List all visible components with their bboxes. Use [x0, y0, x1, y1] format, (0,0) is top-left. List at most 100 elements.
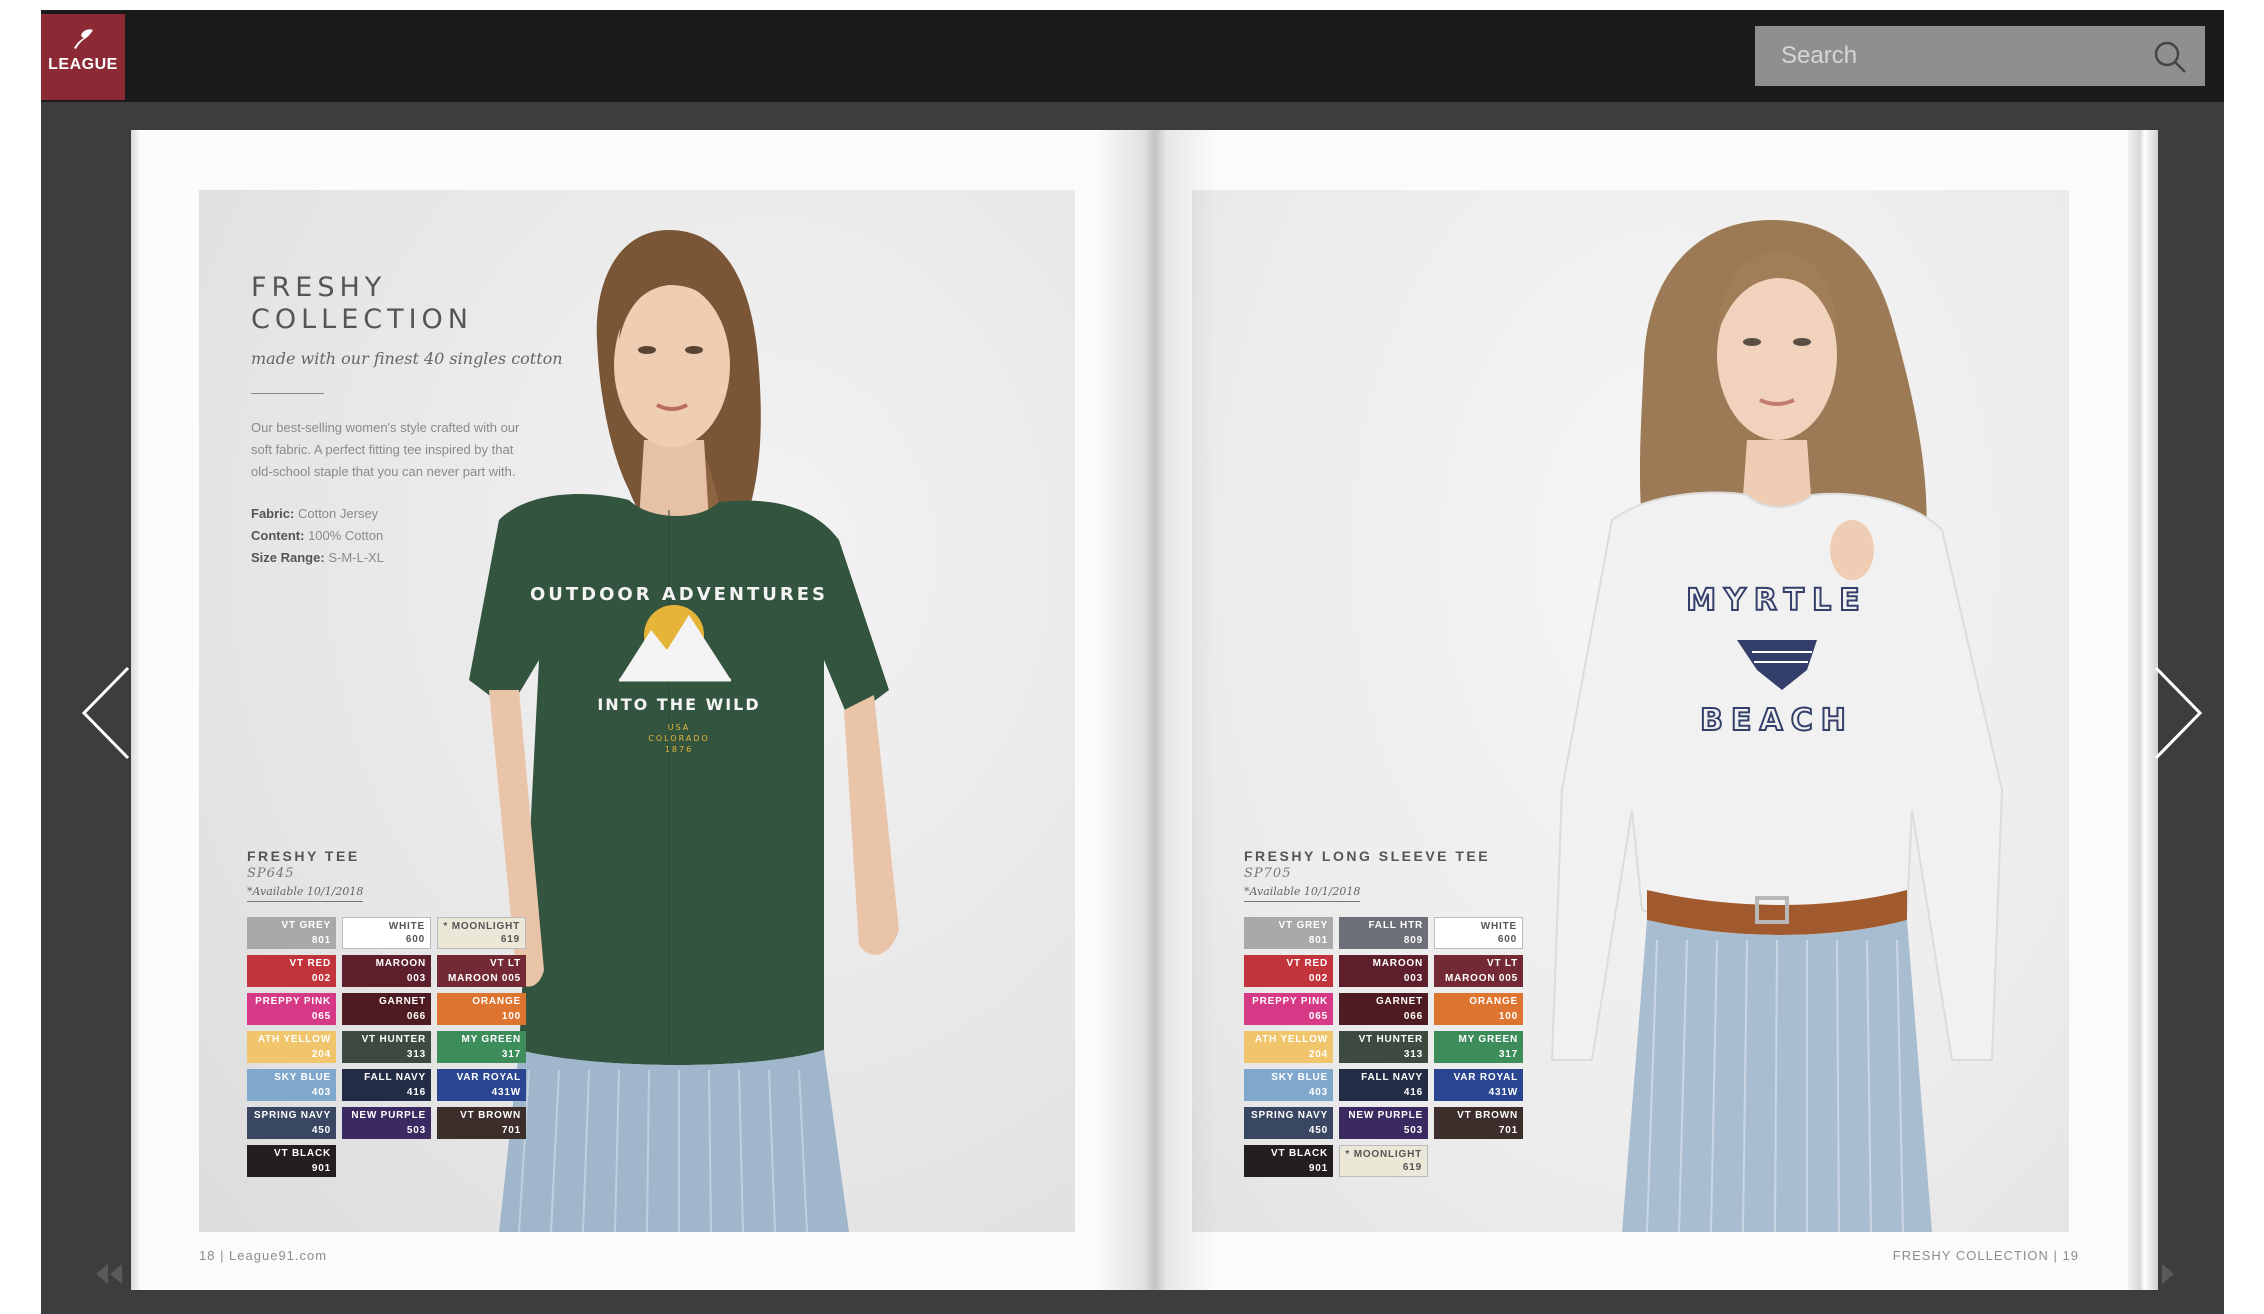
color-swatch: FALL NAVY 416 — [1339, 1069, 1428, 1101]
swatch-name: ATH YELLOW — [257, 1034, 331, 1045]
swatch-code: MAROON 005 — [1444, 973, 1518, 984]
swatch-name: FALL NAVY — [364, 1072, 426, 1083]
color-swatch: WHITE 600 — [342, 917, 431, 949]
collection-title-line2: COLLECTION — [251, 304, 474, 335]
spec-fabric: Fabric: Cotton Jersey — [251, 506, 379, 521]
swatch-name: * MOONLIGHT — [1345, 1149, 1422, 1160]
color-swatch-grid-right: VT GREY 801 FALL HTR 809 WHITE 600 VT RED 002 MA… — [1244, 917, 1523, 1177]
shirt-graphic-bottom: BEACH — [1700, 703, 1854, 738]
swatch-code: 450 — [1308, 1125, 1328, 1136]
color-swatch: VT GREY 801 — [1244, 917, 1333, 949]
swatch-code: 003 — [406, 973, 426, 984]
color-swatch: VT BLACK 901 — [247, 1145, 336, 1177]
swatch-name: VT LT — [489, 958, 521, 969]
swatch-code: 431W — [491, 1087, 521, 1098]
color-swatch: ATH YELLOW 204 — [247, 1031, 336, 1063]
swatch-code: 503 — [406, 1125, 426, 1136]
league-logo-icon — [74, 29, 93, 49]
color-swatch: MY GREEN 317 — [1434, 1031, 1523, 1063]
next-page-icon[interactable] — [2146, 663, 2206, 763]
product-availability: *Available 10/1/2018 — [1244, 885, 1361, 902]
color-swatch: VAR ROYAL 431W — [437, 1069, 526, 1101]
swatch-code: 002 — [1308, 973, 1328, 984]
swatch-name: PREPPY PINK — [1252, 996, 1328, 1007]
swatch-code: 066 — [406, 1011, 426, 1022]
shirt-graphic-small3: 1876 — [665, 745, 693, 754]
color-swatch: VT HUNTER 313 — [342, 1031, 431, 1063]
swatch-code: 204 — [311, 1049, 331, 1060]
swatch-code: 450 — [311, 1125, 331, 1136]
color-swatch: * MOONLIGHT 619 — [437, 917, 526, 949]
swatch-code: 066 — [1403, 1011, 1423, 1022]
swatch-code: 701 — [1498, 1125, 1518, 1136]
prev-page-icon[interactable] — [78, 663, 138, 763]
swatch-name: VT BROWN — [1457, 1110, 1518, 1121]
book-gutter — [1095, 130, 1215, 1290]
swatch-code: 701 — [501, 1125, 521, 1136]
swatch-code: 619 — [500, 934, 520, 945]
swatch-name: MY GREEN — [461, 1034, 521, 1045]
color-swatch: ORANGE 100 — [1434, 993, 1523, 1025]
shirt-graphic-top: MYRTLE — [1686, 583, 1867, 618]
swatch-name: NEW PURPLE — [1348, 1110, 1423, 1121]
title-divider — [251, 393, 324, 394]
swatch-name: WHITE — [1480, 921, 1517, 932]
color-swatch: VT BROWN 701 — [437, 1107, 526, 1139]
swatch-code: 065 — [1308, 1011, 1328, 1022]
swatch-code: 002 — [311, 973, 331, 984]
shirt-graphic-small2: COLORADO — [648, 734, 710, 743]
league-logo[interactable]: LEAGUE — [41, 14, 125, 100]
last-page-icon[interactable] — [2160, 1262, 2190, 1286]
swatch-code: 801 — [1308, 935, 1328, 946]
color-swatch: SPRING NAVY 450 — [1244, 1107, 1333, 1139]
product-availability: *Available 10/1/2018 — [247, 885, 364, 902]
color-swatch: WHITE 600 — [1434, 917, 1523, 949]
color-swatch: MAROON 003 — [342, 955, 431, 987]
swatch-code: 065 — [311, 1011, 331, 1022]
swatch-name: VT GREY — [1278, 920, 1328, 931]
swatch-name: VT RED — [289, 958, 331, 969]
swatch-code: 801 — [311, 935, 331, 946]
color-swatch: GARNET 066 — [1339, 993, 1428, 1025]
shirt-graphic-top: OUTDOOR ADVENTURES — [530, 584, 828, 605]
color-swatch: VAR ROYAL 431W — [1434, 1069, 1523, 1101]
swatch-name: WHITE — [388, 921, 425, 932]
swatch-name: ORANGE — [1469, 996, 1518, 1007]
swatch-name: VT HUNTER — [361, 1034, 426, 1045]
first-page-icon[interactable] — [94, 1262, 124, 1286]
collection-tagline: made with our finest 40 singles cotton — [251, 349, 563, 368]
swatch-code: 600 — [405, 934, 425, 945]
search-input[interactable] — [1755, 26, 2161, 86]
swatch-name: VT BROWN — [460, 1110, 521, 1121]
description-line: old-school staple that you can never par… — [251, 464, 516, 479]
shirt-graphic-mid: INTO THE WILD — [597, 695, 760, 714]
color-swatch: NEW PURPLE 503 — [1339, 1107, 1428, 1139]
swatch-name: SPRING NAVY — [254, 1110, 331, 1121]
color-swatch: VT BLACK 901 — [1244, 1145, 1333, 1177]
right-page-footer: FRESHY COLLECTION | 19 — [1892, 1248, 2079, 1263]
color-swatch: VT LT MAROON 005 — [437, 955, 526, 987]
swatch-name: VT BLACK — [274, 1148, 331, 1159]
product-sku: SP645 — [247, 866, 295, 881]
color-swatch: MY GREEN 317 — [437, 1031, 526, 1063]
color-swatch: PREPPY PINK 065 — [247, 993, 336, 1025]
swatch-code: 317 — [1498, 1049, 1518, 1060]
color-swatch: NEW PURPLE 503 — [342, 1107, 431, 1139]
swatch-name: MAROON — [1372, 958, 1423, 969]
search-icon[interactable] — [2153, 40, 2187, 74]
swatch-name: FALL HTR — [1368, 920, 1423, 931]
swatch-name: * MOONLIGHT — [443, 921, 520, 932]
swatch-name: VT HUNTER — [1358, 1034, 1423, 1045]
swatch-code: 600 — [1497, 934, 1517, 945]
collection-description: Our best-selling women's style crafted w… — [251, 417, 551, 483]
product-name: FRESHY LONG SLEEVE TEE — [1244, 848, 1491, 864]
swatch-code: 313 — [406, 1049, 426, 1060]
swatch-name: MY GREEN — [1458, 1034, 1518, 1045]
swatch-code: 403 — [311, 1087, 331, 1098]
swatch-code: 809 — [1403, 935, 1423, 946]
description-line: soft fabric. A perfect fitting tee inspi… — [251, 442, 514, 457]
swatch-name: GARNET — [378, 996, 426, 1007]
color-swatch: PREPPY PINK 065 — [1244, 993, 1333, 1025]
search-box[interactable] — [1755, 26, 2205, 86]
swatch-name: VT BLACK — [1271, 1148, 1328, 1159]
